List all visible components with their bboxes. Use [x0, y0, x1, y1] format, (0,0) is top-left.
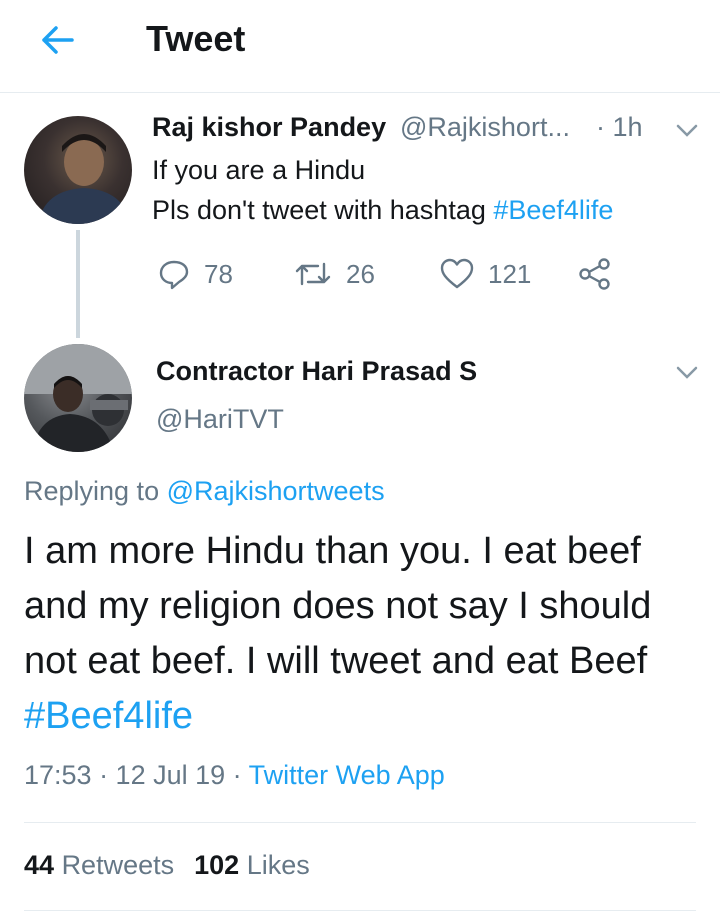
retweet-icon: [295, 262, 331, 286]
engagement-stats: 44 Retweets 102 Likes: [24, 850, 310, 881]
reply-icon: [159, 260, 189, 290]
divider: [24, 822, 696, 823]
chevron-down-icon[interactable]: [676, 124, 698, 138]
hashtag-link[interactable]: #Beef4life: [493, 195, 613, 225]
retweets-stat[interactable]: 44 Retweets: [24, 850, 174, 880]
share-icon: [579, 258, 610, 290]
replying-to-handle[interactable]: @Rajkishortweets: [167, 476, 385, 506]
share-button[interactable]: [578, 258, 612, 290]
tweet-actions: 78 26 121: [0, 258, 720, 298]
source-link[interactable]: Twitter Web App: [249, 760, 445, 790]
tweet-line: If you are a Hindu: [152, 155, 366, 185]
replying-to-label: Replying to: [24, 476, 167, 506]
author-name[interactable]: Contractor Hari Prasad S: [156, 356, 477, 387]
likes-count: 102: [194, 850, 240, 880]
retweet-count: 26: [346, 258, 375, 289]
retweets-count: 44: [24, 850, 55, 880]
likes-stat[interactable]: 102 Likes: [194, 850, 310, 880]
tweet-timestamp: 17:53 · 12 Jul 19 ·: [24, 760, 249, 790]
tweet-text: If you are a Hindu Pls don't tweet with …: [152, 150, 613, 230]
author-handle[interactable]: @Rajkishort...: [400, 112, 586, 143]
heart-icon: [440, 258, 474, 289]
likes-label: Likes: [246, 850, 310, 880]
avatar[interactable]: [24, 344, 132, 452]
hashtag-link[interactable]: #Beef4life: [24, 695, 193, 737]
avatar-photo: [38, 134, 130, 224]
reply-count: 78: [204, 258, 233, 289]
author-name[interactable]: Raj kishor Pandey: [152, 112, 386, 143]
page-title: Tweet: [146, 18, 246, 59]
retweets-label: Retweets: [61, 850, 175, 880]
avatar-photo: [24, 344, 132, 452]
tweet-meta: 17:53 · 12 Jul 19 · Twitter Web App: [24, 760, 445, 791]
like-count: 121: [488, 258, 532, 289]
avatar[interactable]: [24, 116, 132, 224]
divider: [24, 910, 696, 911]
replying-to: Replying to @Rajkishortweets: [24, 476, 385, 507]
tweet-body: I am more Hindu than you. I eat beef and…: [24, 530, 652, 682]
author-handle[interactable]: @HariTVT: [156, 404, 284, 435]
chevron-down-icon[interactable]: [676, 366, 698, 380]
timestamp[interactable]: · 1h: [596, 112, 643, 143]
like-button[interactable]: 121: [440, 258, 531, 290]
tweet-text: I am more Hindu than you. I eat beef and…: [24, 524, 696, 744]
tweet-line-text: Pls don't tweet with hashtag: [152, 195, 494, 225]
arrow-left-icon[interactable]: [36, 22, 76, 58]
tweet-line: Pls don't tweet with hashtag #Beef4life: [152, 190, 613, 230]
top-bar: Tweet: [0, 0, 720, 93]
retweet-button[interactable]: 26: [294, 258, 375, 290]
reply-button[interactable]: 78: [158, 258, 233, 290]
